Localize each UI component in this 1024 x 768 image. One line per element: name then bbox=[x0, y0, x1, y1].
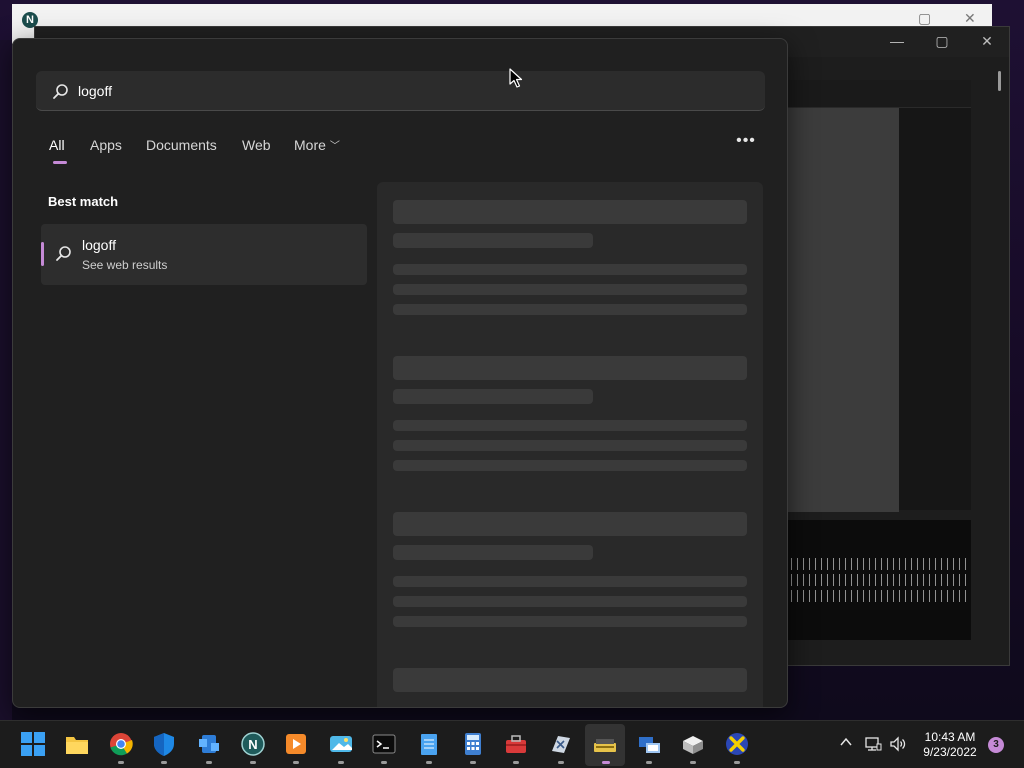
active-indicator bbox=[602, 761, 610, 764]
volume-icon[interactable] bbox=[889, 735, 907, 753]
app-yellow-x-icon[interactable] bbox=[724, 731, 750, 757]
skeleton-line bbox=[393, 596, 747, 607]
running-indicator bbox=[118, 761, 124, 764]
skeleton-line bbox=[393, 420, 747, 431]
chevron-down-icon: ﹀ bbox=[329, 141, 340, 152]
skeleton-line bbox=[393, 284, 747, 295]
result-title: logoff bbox=[82, 237, 116, 253]
app-x-icon[interactable] bbox=[548, 731, 574, 757]
tab-web[interactable]: Web bbox=[242, 137, 271, 153]
app-blue-icon[interactable] bbox=[196, 731, 222, 757]
tab-documents[interactable]: Documents bbox=[146, 137, 217, 153]
chrome-icon[interactable] bbox=[108, 731, 134, 757]
netsurf-icon[interactable]: N bbox=[240, 731, 266, 757]
active-tab-indicator bbox=[53, 161, 67, 164]
tab-label: Web bbox=[242, 137, 271, 153]
running-indicator bbox=[206, 761, 212, 764]
running-indicator bbox=[381, 761, 387, 764]
tab-label: More bbox=[294, 137, 326, 153]
skeleton-title bbox=[393, 512, 747, 536]
running-indicator bbox=[513, 761, 519, 764]
minimize-icon[interactable]: — bbox=[887, 33, 907, 49]
media-player-icon[interactable] bbox=[283, 731, 309, 757]
close-icon: ✕ bbox=[964, 10, 976, 26]
tab-more[interactable]: More ﹀ bbox=[294, 137, 340, 153]
result-subtitle: See web results bbox=[82, 258, 168, 272]
mouse-cursor-icon bbox=[509, 68, 523, 88]
ellipsis-icon[interactable]: ••• bbox=[735, 133, 757, 153]
defender-shield-icon[interactable] bbox=[151, 731, 177, 757]
running-indicator bbox=[293, 761, 299, 764]
skeleton-title bbox=[393, 668, 747, 692]
skeleton-subtitle bbox=[393, 389, 593, 404]
minimize-icon: ▢ bbox=[918, 10, 932, 26]
skeleton-line bbox=[393, 616, 747, 627]
running-indicator bbox=[734, 761, 740, 764]
clock-time: 10:43 AM bbox=[924, 730, 976, 744]
skeleton-line bbox=[393, 576, 747, 587]
close-icon[interactable]: ✕ bbox=[977, 33, 997, 50]
skeleton-line bbox=[393, 460, 747, 471]
skeleton-title bbox=[393, 200, 747, 224]
best-match-result[interactable]: logoff See web results bbox=[41, 224, 367, 285]
running-indicator bbox=[250, 761, 256, 764]
running-indicator bbox=[338, 761, 344, 764]
tab-label: All bbox=[49, 137, 65, 153]
skeleton-line bbox=[393, 264, 747, 275]
svg-text:N: N bbox=[248, 737, 257, 752]
desktop-edge bbox=[0, 40, 12, 720]
scrollbar[interactable] bbox=[998, 71, 1001, 91]
running-indicator bbox=[646, 761, 652, 764]
start-search-flyout: All Apps Documents Web More﹀ ••• Best ma… bbox=[12, 38, 788, 708]
notification-badge[interactable]: 3 bbox=[988, 737, 1004, 753]
skeleton-line bbox=[393, 440, 747, 451]
scanner-icon[interactable] bbox=[592, 731, 618, 757]
search-icon bbox=[53, 84, 68, 99]
preview-pane-loading bbox=[377, 182, 763, 707]
taskbar: N 10:43 AM 9/23/2022 3 bbox=[0, 720, 1024, 768]
package-icon[interactable] bbox=[680, 731, 706, 757]
show-hidden-icons-chevron-icon[interactable] bbox=[838, 734, 854, 750]
search-box[interactable] bbox=[36, 71, 765, 111]
running-indicator bbox=[426, 761, 432, 764]
running-indicator bbox=[161, 761, 167, 764]
best-match-heading: Best match bbox=[48, 194, 119, 209]
skeleton-subtitle bbox=[393, 545, 593, 560]
skeleton-title bbox=[393, 356, 747, 380]
maximize-icon[interactable]: ▢ bbox=[932, 33, 952, 50]
tab-label: Documents bbox=[146, 137, 217, 153]
running-indicator bbox=[690, 761, 696, 764]
terminal-icon[interactable] bbox=[371, 731, 397, 757]
calculator-icon[interactable] bbox=[460, 731, 486, 757]
running-indicator bbox=[470, 761, 476, 764]
search-input[interactable] bbox=[78, 79, 738, 103]
search-icon bbox=[56, 246, 71, 261]
file-explorer-icon[interactable] bbox=[64, 731, 90, 757]
running-indicator bbox=[558, 761, 564, 764]
system-clock[interactable]: 10:43 AM 9/23/2022 bbox=[915, 730, 985, 760]
network-app-icon[interactable] bbox=[636, 731, 662, 757]
skeleton-subtitle bbox=[393, 233, 593, 248]
tab-all[interactable]: All bbox=[49, 137, 65, 153]
photos-icon[interactable] bbox=[328, 731, 354, 757]
skeleton-line bbox=[393, 304, 747, 315]
toolbox-icon[interactable] bbox=[503, 731, 529, 757]
tab-label: Apps bbox=[90, 137, 122, 153]
tab-apps[interactable]: Apps bbox=[90, 137, 122, 153]
start-icon[interactable] bbox=[20, 731, 46, 757]
selection-indicator bbox=[41, 242, 44, 266]
clock-date: 9/23/2022 bbox=[923, 745, 977, 759]
network-icon[interactable] bbox=[864, 735, 882, 753]
notepad-icon[interactable] bbox=[416, 731, 442, 757]
